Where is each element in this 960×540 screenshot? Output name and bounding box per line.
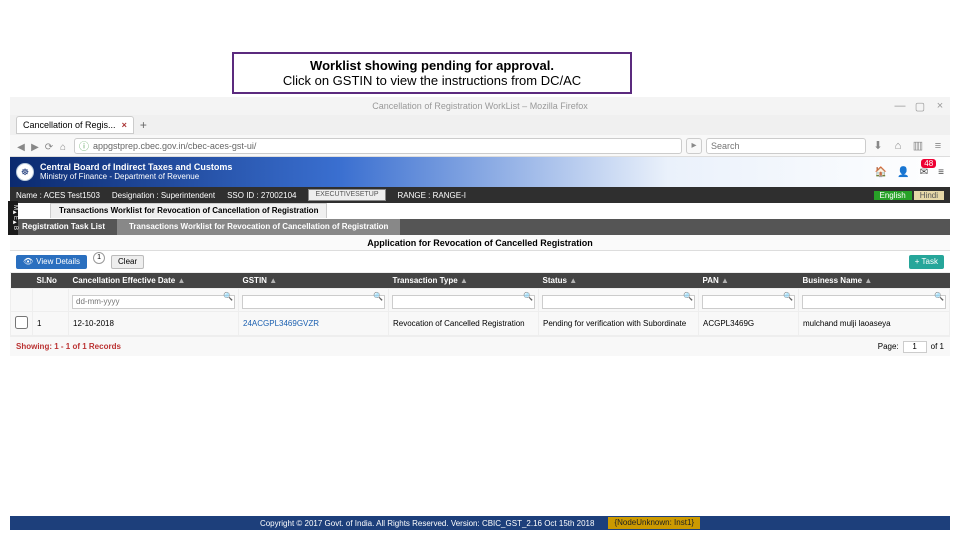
nav-reload-icon[interactable]: ⟳ xyxy=(42,142,56,153)
col-gstin[interactable]: GSTIN ▲ xyxy=(239,273,389,289)
footer-copyright: Copyright © 2017 Govt. of India. All Rig… xyxy=(260,519,595,528)
sidebar-chips[interactable]: M►E►B xyxy=(8,201,18,235)
section-title: Application for Revocation of Cancelled … xyxy=(10,235,950,251)
instruction-callout: Worklist showing pending for approval. C… xyxy=(232,52,632,94)
col-slno[interactable]: Sl.No xyxy=(33,273,69,289)
browser-search-input[interactable] xyxy=(706,138,866,154)
search-icon[interactable]: 🔍 xyxy=(523,292,533,301)
table-row: 1 12-10-2018 24ACGPL3469GVZR Revocation … xyxy=(11,312,950,336)
module-tabs: M►E►B Transactions Worklist for Revocati… xyxy=(10,203,950,219)
search-icon[interactable]: 🔍 xyxy=(683,292,693,301)
banner-home-icon[interactable]: 🏠 xyxy=(875,167,887,178)
org-banner: ☸ Central Board of Indirect Taxes and Cu… xyxy=(10,157,950,187)
nav-fwd-icon[interactable]: ▶ xyxy=(28,142,42,153)
message-badge[interactable]: 1 xyxy=(93,252,105,264)
lang-hindi[interactable]: Hindi xyxy=(914,191,944,200)
nav-back-icon[interactable]: ◀ xyxy=(14,142,28,153)
filter-gstin[interactable] xyxy=(242,295,385,309)
info-name: Name : ACES Test1503 xyxy=(16,191,100,200)
search-icon[interactable]: 🔍 xyxy=(934,292,944,301)
window-maximize[interactable]: ▢ xyxy=(910,100,930,113)
tab-close-icon[interactable]: × xyxy=(122,120,127,130)
page-of: of 1 xyxy=(931,342,944,351)
row-checkbox[interactable] xyxy=(15,316,28,329)
org-sub: Ministry of Finance - Department of Reve… xyxy=(40,173,232,181)
page-footer: Copyright © 2017 Govt. of India. All Rig… xyxy=(10,516,950,530)
notification-icon[interactable]: ✉48 xyxy=(920,167,928,178)
clear-button[interactable]: Clear xyxy=(111,255,144,269)
table-filter-row: 🔍 🔍 🔍 🔍 🔍 🔍 xyxy=(11,289,950,312)
lang-english[interactable]: English xyxy=(874,191,912,200)
view-details-button[interactable]: 👁View Details xyxy=(16,255,87,269)
window-minimize[interactable]: — xyxy=(890,100,910,113)
nav-home-icon[interactable]: ⌂ xyxy=(56,142,70,153)
worklist-table: Sl.No Cancellation Effective Date ▲ GSTI… xyxy=(10,273,950,336)
col-checkbox xyxy=(11,273,33,289)
address-text: appgstprep.cbec.gov.in/cbec-aces-gst-ui/ xyxy=(93,141,256,151)
callout-line2: Click on GSTIN to view the instructions … xyxy=(250,73,614,88)
hamburger-icon[interactable]: ≡ xyxy=(930,140,946,152)
action-bar: 👁View Details 1 Clear + Task xyxy=(10,251,950,273)
notification-count: 48 xyxy=(921,159,936,168)
user-infobar: Name : ACES Test1503 Designation : Super… xyxy=(10,187,950,203)
cell-pan: ACGPL3469G xyxy=(699,312,799,336)
callout-line1: Worklist showing pending for approval. xyxy=(250,58,614,73)
task-button[interactable]: + Task xyxy=(909,255,944,269)
go-button[interactable]: ▸ xyxy=(686,138,702,154)
page-input[interactable] xyxy=(903,341,927,353)
filter-pan[interactable] xyxy=(702,295,795,309)
downloads-icon[interactable]: ⬇ xyxy=(870,139,886,152)
filter-date[interactable] xyxy=(72,295,235,309)
new-tab-button[interactable]: + xyxy=(140,118,147,132)
col-cedate[interactable]: Cancellation Effective Date ▲ xyxy=(69,273,239,289)
home-icon[interactable]: ⌂ xyxy=(890,140,906,152)
search-icon[interactable]: 🔍 xyxy=(783,292,793,301)
col-pan[interactable]: PAN ▲ xyxy=(699,273,799,289)
table-status-bar: Showing: 1 - 1 of 1 Records Page: of 1 xyxy=(10,336,950,356)
search-icon[interactable]: 🔍 xyxy=(223,292,233,301)
filter-bname[interactable] xyxy=(802,295,946,309)
executive-setup-button[interactable]: EXECUTIVESETUP xyxy=(308,189,385,201)
records-showing: Showing: 1 - 1 of 1 Records xyxy=(16,342,121,351)
eye-icon: 👁 xyxy=(23,256,33,268)
page-label: Page: xyxy=(878,342,899,351)
module-tab-active[interactable]: Transactions Worklist for Revocation of … xyxy=(50,203,327,218)
browser-tab[interactable]: Cancellation of Regis... × xyxy=(16,116,134,134)
banner-menu-icon[interactable]: ≡ xyxy=(938,167,944,178)
breadcrumb-tabs: Registration Task List Transactions Work… xyxy=(10,219,950,235)
address-field[interactable]: ⓘ appgstprep.cbec.gov.in/cbec-aces-gst-u… xyxy=(74,138,682,154)
cell-status: Pending for verification with Subordinat… xyxy=(539,312,699,336)
window-titlebar: Cancellation of Registration WorkList – … xyxy=(10,97,950,115)
search-icon[interactable]: 🔍 xyxy=(373,292,383,301)
url-bar: ◀▶⟳⌂ ⓘ appgstprep.cbec.gov.in/cbec-aces-… xyxy=(10,135,950,157)
info-designation: Designation : Superintendent xyxy=(112,191,215,200)
filter-status[interactable] xyxy=(542,295,695,309)
col-ttype[interactable]: Transaction Type ▲ xyxy=(389,273,539,289)
tab-transactions-worklist[interactable]: Transactions Worklist for Revocation of … xyxy=(117,219,400,235)
info-sso: SSO ID : 27002104 xyxy=(227,191,296,200)
cell-bname: mulchand mulji laoaseya xyxy=(799,312,950,336)
col-status[interactable]: Status ▲ xyxy=(539,273,699,289)
window-title: Cancellation of Registration WorkList – … xyxy=(372,101,587,111)
tab-title: Cancellation of Regis... xyxy=(23,120,116,130)
browser-window: Cancellation of Registration WorkList – … xyxy=(10,97,950,356)
site-info-icon[interactable]: ⓘ xyxy=(79,138,89,153)
footer-node: {NodeUnknown: Inst1} xyxy=(608,517,700,529)
window-close[interactable]: × xyxy=(930,100,950,113)
filter-ttype[interactable] xyxy=(392,295,535,309)
banner-user-icon[interactable]: 👤 xyxy=(897,167,909,178)
tab-registration-task-list[interactable]: Registration Task List xyxy=(10,219,117,235)
cell-cedate: 12-10-2018 xyxy=(69,312,239,336)
cell-slno: 1 xyxy=(33,312,69,336)
table-header-row: Sl.No Cancellation Effective Date ▲ GSTI… xyxy=(11,273,950,289)
info-range: RANGE : RANGE-I xyxy=(398,191,466,200)
browser-tabbar: Cancellation of Regis... × + xyxy=(10,115,950,135)
cell-ttype: Revocation of Cancelled Registration xyxy=(389,312,539,336)
col-bname[interactable]: Business Name ▲ xyxy=(799,273,950,289)
sidebar-icon[interactable]: ▥ xyxy=(910,139,926,152)
gstin-link[interactable]: 24ACGPL3469GVZR xyxy=(243,319,319,328)
emblem-icon: ☸ xyxy=(16,163,34,181)
